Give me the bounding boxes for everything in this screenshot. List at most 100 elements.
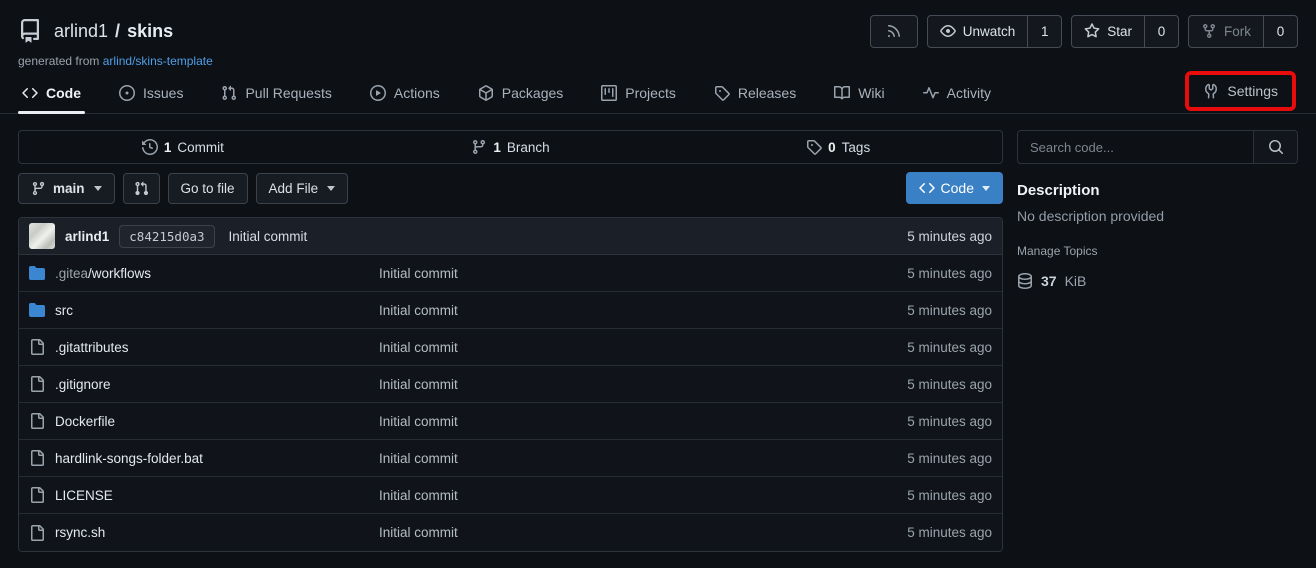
unwatch-button[interactable]: Unwatch	[928, 16, 1028, 47]
fork-button-group: Fork 0	[1188, 15, 1298, 48]
go-to-file-button[interactable]: Go to file	[168, 173, 248, 204]
file-commit-time: 5 minutes ago	[842, 451, 992, 466]
database-icon	[1017, 273, 1033, 289]
file-commit-message-link[interactable]: Initial commit	[379, 525, 842, 540]
file-name-label: hardlink-songs-folder.bat	[55, 451, 203, 466]
add-file-label: Add File	[269, 181, 319, 196]
file-commit-time: 5 minutes ago	[842, 303, 992, 318]
repo-sidebar: Description No description provided Mana…	[1017, 130, 1298, 552]
search-button[interactable]	[1253, 131, 1297, 163]
file-row: .gitattributes Initial commit 5 minutes …	[19, 329, 1002, 366]
tab-actions[interactable]: Actions	[366, 85, 444, 113]
tab-code[interactable]: Code	[18, 85, 85, 113]
code-download-button[interactable]: Code	[906, 172, 1003, 204]
issue-icon	[119, 85, 135, 101]
file-name-label: LICENSE	[55, 488, 113, 503]
add-file-button[interactable]: Add File	[256, 173, 349, 204]
branches-stat[interactable]: 1 Branch	[347, 139, 675, 155]
file-commit-message-link[interactable]: Initial commit	[379, 303, 842, 318]
file-row: src Initial commit 5 minutes ago	[19, 292, 1002, 329]
repo-size-unit: KiB	[1065, 273, 1087, 289]
file-name-label: /workflows	[88, 266, 151, 281]
file-name-label: .gitignore	[55, 377, 111, 392]
play-circle-icon	[370, 85, 386, 101]
pull-request-icon	[221, 85, 237, 101]
star-button[interactable]: Star	[1072, 16, 1144, 47]
commit-hash-badge[interactable]: c84215d0a3	[119, 225, 214, 248]
tab-issues[interactable]: Issues	[115, 85, 187, 113]
project-board-icon	[601, 85, 617, 101]
file-icon	[29, 487, 45, 503]
tab-releases[interactable]: Releases	[710, 85, 800, 113]
star-label: Star	[1107, 24, 1132, 39]
repo-actions: Unwatch 1 Star 0	[870, 15, 1298, 48]
file-commit-message-link[interactable]: Initial commit	[379, 377, 842, 392]
file-name-link[interactable]: .gitea/workflows	[29, 265, 379, 281]
rss-button[interactable]	[870, 15, 918, 48]
commit-author-link[interactable]: arlind1	[65, 229, 109, 244]
code-icon	[22, 85, 38, 101]
template-repo-link[interactable]: arlind/skins-template	[103, 54, 213, 68]
tab-projects[interactable]: Projects	[597, 85, 680, 113]
compare-button[interactable]	[123, 173, 160, 204]
repo-name-link[interactable]: skins	[127, 21, 173, 41]
fork-icon	[1201, 23, 1217, 39]
file-commit-message-link[interactable]: Initial commit	[379, 266, 842, 281]
branches-label: Branch	[507, 140, 550, 155]
file-name-link[interactable]: hardlink-songs-folder.bat	[29, 450, 379, 466]
file-commit-message-link[interactable]: Initial commit	[379, 414, 842, 429]
branch-name: main	[53, 181, 85, 196]
file-name-link[interactable]: src	[29, 302, 379, 318]
file-name-link[interactable]: .gitattributes	[29, 339, 379, 355]
forks-count[interactable]: 0	[1263, 16, 1297, 47]
tab-activity[interactable]: Activity	[919, 85, 995, 113]
file-commit-message-link[interactable]: Initial commit	[379, 340, 842, 355]
manage-topics-link[interactable]: Manage Topics	[1017, 244, 1298, 258]
file-icon	[29, 376, 45, 392]
tags-stat[interactable]: 0 Tags	[674, 139, 1002, 155]
compare-icon	[134, 181, 149, 196]
stars-count[interactable]: 0	[1144, 16, 1178, 47]
tab-projects-label: Projects	[625, 85, 676, 101]
branch-icon	[31, 181, 46, 196]
repo-owner-link[interactable]: arlind1	[54, 21, 108, 41]
star-button-group: Star 0	[1071, 15, 1179, 48]
tab-settings[interactable]: Settings	[1203, 83, 1278, 99]
pulse-icon	[923, 85, 939, 101]
commit-time: 5 minutes ago	[907, 229, 992, 244]
commits-stat[interactable]: 1 Commit	[19, 139, 347, 155]
unwatch-label: Unwatch	[963, 24, 1016, 39]
history-icon	[142, 139, 158, 155]
file-commit-time: 5 minutes ago	[842, 266, 992, 281]
file-icon	[29, 413, 45, 429]
search-input[interactable]	[1018, 131, 1253, 163]
branch-selector[interactable]: main	[18, 173, 115, 204]
file-name-link[interactable]: rsync.sh	[29, 525, 379, 541]
file-name-link[interactable]: .gitignore	[29, 376, 379, 392]
tab-settings-label: Settings	[1227, 83, 1278, 99]
fork-button[interactable]: Fork	[1189, 16, 1263, 47]
file-icon	[29, 525, 45, 541]
repo-header: arlind1/skins Unwatch 1	[0, 0, 1316, 68]
file-name-link[interactable]: Dockerfile	[29, 413, 379, 429]
repo-title: arlind1/skins	[18, 19, 173, 43]
file-commit-message-link[interactable]: Initial commit	[379, 488, 842, 503]
file-commit-time: 5 minutes ago	[842, 340, 992, 355]
avatar[interactable]	[29, 223, 55, 249]
go-to-file-label: Go to file	[181, 181, 235, 196]
tab-activity-label: Activity	[947, 85, 991, 101]
tab-wiki[interactable]: Wiki	[830, 85, 888, 113]
commit-message-link[interactable]: Initial commit	[229, 229, 308, 244]
file-name-link[interactable]: LICENSE	[29, 487, 379, 503]
watchers-count[interactable]: 1	[1027, 16, 1061, 47]
file-commit-time: 5 minutes ago	[842, 488, 992, 503]
folder-icon	[29, 265, 45, 281]
repo-size-value: 37	[1041, 273, 1057, 289]
tab-packages[interactable]: Packages	[474, 85, 567, 113]
repo-title-separator: /	[110, 21, 125, 41]
file-commit-time: 5 minutes ago	[842, 414, 992, 429]
file-commit-message-link[interactable]: Initial commit	[379, 451, 842, 466]
watch-button-group: Unwatch 1	[927, 15, 1063, 48]
tab-pull-requests[interactable]: Pull Requests	[217, 85, 335, 113]
file-icon	[29, 339, 45, 355]
